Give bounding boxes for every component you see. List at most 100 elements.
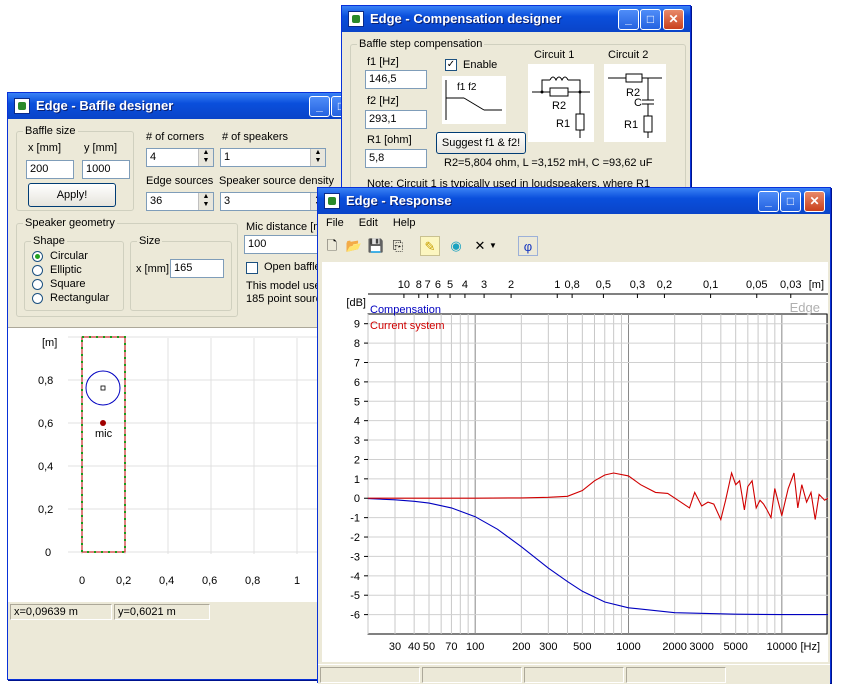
spinner-arrows-icon[interactable]: ▲▼ (198, 149, 213, 166)
baffle-x-input[interactable]: 200 (26, 160, 74, 179)
x-tick-label: 200 (512, 641, 530, 653)
f1-label: f1 [Hz] (367, 56, 399, 68)
top-tick-label: 7 (425, 279, 431, 291)
shape-circular-radio[interactable] (32, 251, 43, 262)
y-tick-label: 1 (354, 474, 360, 486)
open-baffle-checkbox[interactable] (246, 262, 258, 274)
y-axis-unit: [dB] (346, 297, 366, 309)
speaker-density-spinner[interactable]: 3▲▼ (220, 192, 326, 211)
x-tick-label: 0,8 (245, 575, 260, 587)
y-tick-label: 5 (354, 396, 360, 408)
y-tick-label: 8 (354, 338, 360, 350)
menu-edit[interactable]: Edit (359, 217, 378, 229)
open-folder-icon[interactable]: 📂 (344, 236, 364, 256)
x-tick-label: 0,4 (159, 575, 174, 587)
maximize-button[interactable]: □ (640, 9, 661, 30)
top-tick-label: 4 (462, 279, 468, 291)
status-cell-1 (320, 667, 420, 683)
x-tick-label: 500 (573, 641, 591, 653)
y-tick-label: 6 (354, 377, 360, 389)
enable-label: Enable (463, 59, 498, 71)
response-plot-area[interactable]: 9 8 7 6 5 4 3 2 1 0 -1 -2 -3 -4 -5 -6 30 40 50 70 100 200 300 5… (322, 262, 829, 662)
size-x-input[interactable]: 165 (170, 259, 224, 278)
circuit1-diagram[interactable]: R2 R1 (528, 64, 594, 142)
menu-file[interactable]: File (326, 217, 344, 229)
speaker-density-label: Speaker source density (219, 175, 334, 187)
circuit2-diagram[interactable]: R2 C R1 (604, 64, 666, 142)
group-label: Speaker geometry (23, 217, 117, 229)
c2-c-label: C (634, 97, 642, 109)
speakers-spinner[interactable]: 1 ▲ ▼ (220, 148, 326, 167)
maximize-button[interactable]: □ (780, 191, 801, 212)
f2-label: f2 [Hz] (367, 95, 399, 107)
status-cell-3 (524, 667, 624, 683)
minimize-button[interactable]: _ (758, 191, 779, 212)
suggest-button[interactable]: Suggest f1 & f2! (436, 132, 526, 154)
copy-icon[interactable]: ⎘ (388, 236, 408, 256)
phase-button[interactable]: φ (518, 236, 538, 256)
shape-square-radio[interactable] (32, 279, 43, 290)
r1-input[interactable]: 5,8 (365, 149, 427, 168)
menu-bar: File Edit Help (326, 217, 427, 229)
mic-marker[interactable] (100, 420, 106, 426)
y-tick-label: 3 (354, 435, 360, 447)
window-title: Edge - Response (346, 193, 452, 208)
minimize-button[interactable]: _ (309, 96, 330, 117)
minimize-button[interactable]: _ (618, 9, 639, 30)
baffle-y-input[interactable]: 1000 (82, 160, 130, 179)
y-tick-label: 7 (354, 357, 360, 369)
group-label: Baffle step compensation (357, 38, 485, 50)
y-tick-label: -1 (350, 513, 360, 525)
y-label: y [mm] (84, 142, 117, 154)
shape-label: Circular (50, 250, 88, 262)
y-tick-label: 4 (354, 416, 360, 428)
f1-input[interactable]: 146,5 (365, 70, 427, 89)
window-title: Edge - Compensation designer (370, 11, 562, 26)
y-tick-label: 0,4 (38, 461, 53, 473)
shape-rectangular-radio[interactable] (32, 293, 43, 304)
baffle-plot[interactable]: [m] 0,8 0,6 0,4 0,2 0 0 0,2 0,4 0,6 0,8 … (8, 328, 348, 602)
close-button[interactable]: ✕ (804, 191, 825, 212)
menu-help[interactable]: Help (393, 217, 416, 229)
circuit1-label: Circuit 1 (534, 49, 575, 61)
x-tick-label: 70 (445, 641, 457, 653)
close-button[interactable]: ✕ (663, 9, 684, 30)
f2-input[interactable]: 293,1 (365, 110, 427, 129)
top-tick-label: 0,5 (596, 279, 611, 291)
shape-label: Square (50, 278, 86, 290)
edge-sources-spinner[interactable]: 36 ▲ ▼ (146, 192, 214, 211)
baffle-plot-area[interactable]: [m] 0,8 0,6 0,4 0,2 0 0 0,2 0,4 0,6 0,8 … (8, 327, 348, 601)
x-axis-unit: [Hz] (800, 641, 820, 653)
response-chart[interactable]: 9876543210-1-2-3-4-5-630 40 50 70 100 200 300 5… (322, 262, 829, 662)
spinner-arrows-icon[interactable]: ▲▼ (198, 193, 213, 210)
spinner-arrows-icon[interactable]: ▲▼ (310, 149, 325, 166)
c1-r1-label: R1 (556, 118, 570, 130)
edge-sources-value: 36 (150, 195, 163, 207)
delete-x-icon[interactable]: ✕ (470, 236, 490, 256)
new-file-icon[interactable]: 🗋 (322, 236, 342, 256)
r1-label: R1 [ohm] (367, 134, 412, 146)
enable-checkbox[interactable]: ✓ (445, 59, 457, 71)
y-tick-label: 0,2 (38, 504, 53, 516)
response-titlebar[interactable]: Edge - Response _ □ ✕ (318, 188, 830, 214)
f1f2-label: f1 f2 (457, 82, 477, 93)
corners-spinner[interactable]: 4 ▲ ▼ (146, 148, 214, 167)
baffle-designer-window: Edge - Baffle designer _ □ Baffle size x… (7, 92, 352, 680)
status-cell-2 (422, 667, 522, 683)
status-y: y=0,6021 m (114, 604, 210, 620)
speaker-center-marker (100, 385, 106, 391)
baffle-plot-unit: [m] (42, 337, 57, 349)
mic-label: mic (95, 428, 113, 440)
speaker-icon[interactable]: ◉ (446, 236, 466, 256)
top-tick-label: 0,3 (630, 279, 645, 291)
dropdown-arrow-icon[interactable]: ▼ (488, 236, 498, 256)
apply-button[interactable]: Apply! (28, 183, 116, 207)
save-icon[interactable]: 💾 (366, 236, 386, 256)
shape-elliptic-radio[interactable] (32, 265, 43, 276)
draw-pencil-icon[interactable]: ✎ (420, 236, 440, 256)
size-x-label: x [mm] (136, 263, 169, 275)
legend-entry: Compensation (370, 304, 441, 316)
compensation-titlebar[interactable]: Edge - Compensation designer _ □ ✕ (342, 6, 690, 32)
baffle-designer-titlebar[interactable]: Edge - Baffle designer _ □ (8, 93, 352, 119)
open-baffle-label: Open baffle (264, 261, 321, 273)
